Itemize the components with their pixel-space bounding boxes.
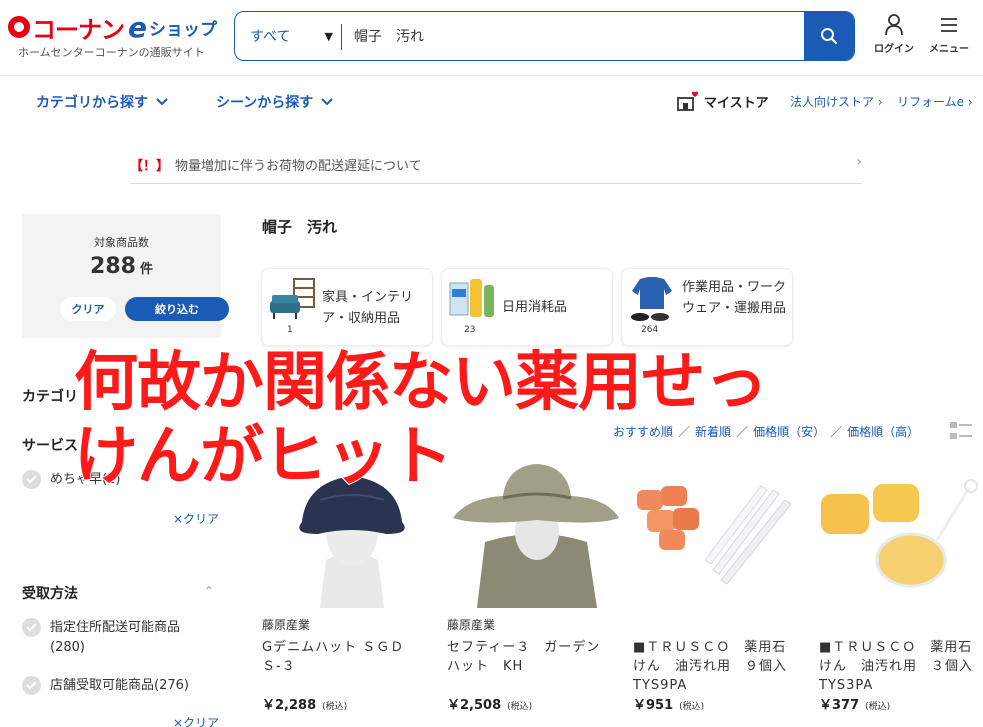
notice-banner[interactable]: 【！】 物量増加に伴うお荷物の配送遅延について › [130, 146, 862, 184]
category-heading[interactable]: カテゴリ [22, 386, 78, 406]
product-price-value: ￥951 [633, 698, 674, 713]
product-price: ￥2,508 (税込) [447, 694, 532, 713]
search-icon [821, 28, 837, 44]
caret-down-icon: ▼ [324, 30, 333, 43]
check-icon [22, 470, 41, 489]
product-price: ￥2,288 (税込) [262, 694, 347, 713]
category-count: 23 [464, 325, 476, 335]
category-count: 264 [641, 325, 659, 335]
logo-text: コーナン [32, 15, 125, 44]
login-label: ログイン [874, 44, 914, 55]
product-name[interactable]: Gデニムハット ＳＧＤＳ-３ [262, 638, 422, 676]
category-label: 家具・インテリア・収納用品 [322, 290, 414, 326]
overlay-line-2: けんがヒット [73, 419, 454, 495]
sort-price-high[interactable]: 価格順（高） [847, 425, 919, 439]
corporate-store-link[interactable]: 法人向けストア › [790, 93, 883, 110]
product-price: ￥951 (税込) [633, 694, 704, 713]
product-tax-label: (税込) [507, 702, 533, 712]
clear-button[interactable]: クリア [60, 297, 116, 321]
logo-e: e [128, 10, 147, 44]
search-bar: すべて ▼ [234, 11, 855, 61]
overlay-line-1: 何故か関係ない薬用せっ [73, 345, 769, 421]
category-card-consumables[interactable]: 23 日用消耗品 [441, 268, 613, 346]
product-maker: 藤原産業 [262, 618, 311, 632]
pickup-option-delivery[interactable]: 指定住所配送可能商品 (280) [22, 618, 180, 658]
reform-label: リフォームe [897, 95, 965, 109]
count-value: 288 件 [22, 254, 221, 279]
pickup-option-delivery-label: 指定住所配送可能商品 [50, 620, 181, 635]
product-tax-label: (税込) [322, 702, 348, 712]
service-heading[interactable]: サービス [22, 435, 78, 455]
furniture-image [270, 278, 315, 319]
list-view-icon[interactable] [950, 421, 972, 443]
search-category-label: すべて [250, 29, 291, 45]
logo-circle-icon [8, 16, 30, 38]
chevron-up-icon[interactable]: ⌃ [204, 584, 214, 598]
mystore-link[interactable]: マイストア [676, 91, 769, 111]
scene-search-label: シーンから探す [216, 95, 314, 111]
count-label: 対象商品数 [94, 236, 149, 249]
notice-mark: 【！】 [130, 159, 170, 174]
product-price-value: ￥377 [819, 698, 860, 713]
product-card[interactable]: ■ＴＲＵＳＣＯ 薬用石けん 油汚れ用 ３個入 TYS3PA ￥377 (税込) [819, 460, 983, 713]
site-header: コーナン e ショップ ホームセンターコーナンの通販サイト すべて ▼ ログイン [0, 0, 983, 76]
pickup-clear-link[interactable]: ×クリア [173, 714, 219, 727]
product-name[interactable]: ■ＴＲＵＳＣＯ 薬用石けん 油汚れ用 ９個入 TYS9PA [633, 638, 793, 695]
page-title: 帽子 汚れ [262, 218, 338, 236]
category-card-work-supplies[interactable]: 264 作業用品・ワークウェア・運搬用品 [621, 268, 793, 346]
category-search-dropdown[interactable]: カテゴリから探す [36, 92, 168, 112]
search-button[interactable] [804, 12, 854, 60]
nav-row: カテゴリから探す シーンから探す マイストア 法人向けストア › リフォームe … [0, 77, 983, 125]
pickup-option-store-label: 店舗受取可能商品(276) [50, 678, 189, 693]
site-logo[interactable]: コーナン e ショップ ホームセンターコーナンの通販サイト [8, 10, 223, 64]
search-input[interactable] [342, 12, 804, 60]
service-clear-link[interactable]: ×クリア [173, 510, 219, 527]
product-name[interactable]: セフティー３ ガーデンハット KH [447, 638, 607, 676]
pickup-heading[interactable]: 受取方法 [22, 583, 78, 603]
notice-text: 物量増加に伴うお荷物の配送遅延について [175, 159, 422, 174]
workwear-image [631, 277, 672, 321]
chevron-right-icon: › [856, 154, 862, 170]
logo-mark: コーナン e ショップ [8, 10, 223, 44]
product-tax-label: (税込) [865, 702, 891, 712]
menu-label: メニュー [929, 44, 969, 55]
pickup-option-store[interactable]: 店舗受取可能商品(276) [22, 676, 189, 696]
category-label: 作業用品・ワークウェア・運搬用品 [682, 280, 787, 316]
check-icon [22, 618, 41, 637]
chevron-down-icon [156, 98, 168, 106]
corporate-store-label: 法人向けストア [790, 95, 875, 109]
check-icon [22, 676, 41, 695]
store-heart-icon [677, 91, 698, 111]
user-icon [885, 14, 903, 36]
category-count: 1 [287, 325, 293, 335]
product-tax-label: (税込) [679, 702, 705, 712]
product-price-value: ￥2,288 [262, 698, 317, 713]
logo-shop: ショップ [149, 19, 217, 40]
consumables-image [449, 279, 494, 317]
menu-button[interactable]: メニュー [924, 14, 974, 55]
chevron-down-icon [321, 98, 334, 106]
reform-link[interactable]: リフォームe › [897, 93, 973, 110]
category-label: 日用消耗品 [502, 300, 568, 315]
soap-3pack-image [819, 460, 983, 608]
category-card-furniture[interactable]: 1 家具・インテリア・収納用品 [261, 268, 433, 346]
result-count-box: 対象商品数 288 件 クリア 絞り込む [22, 214, 229, 338]
hamburger-icon [941, 18, 957, 32]
count-unit: 件 [139, 262, 153, 277]
search-category-select[interactable]: すべて ▼ [235, 12, 341, 60]
product-price: ￥377 (税込) [819, 694, 890, 713]
product-maker: 藤原産業 [447, 618, 496, 632]
category-search-label: カテゴリから探す [36, 95, 148, 111]
login-button[interactable]: ログイン [869, 14, 919, 55]
filter-button[interactable]: 絞り込む [125, 297, 229, 321]
product-name[interactable]: ■ＴＲＵＳＣＯ 薬用石けん 油汚れ用 ３個入 TYS3PA [819, 638, 979, 695]
overlay-annotation: 何故か関係ない薬用せっ けんがヒット [73, 345, 834, 495]
product-price-value: ￥2,508 [447, 698, 502, 713]
pickup-option-delivery-count: (280) [50, 640, 85, 655]
scene-search-dropdown[interactable]: シーンから探す [216, 92, 334, 112]
logo-subtitle: ホームセンターコーナンの通販サイト [18, 46, 205, 59]
count-number: 288 [90, 254, 136, 279]
mystore-label: マイストア [704, 95, 769, 111]
